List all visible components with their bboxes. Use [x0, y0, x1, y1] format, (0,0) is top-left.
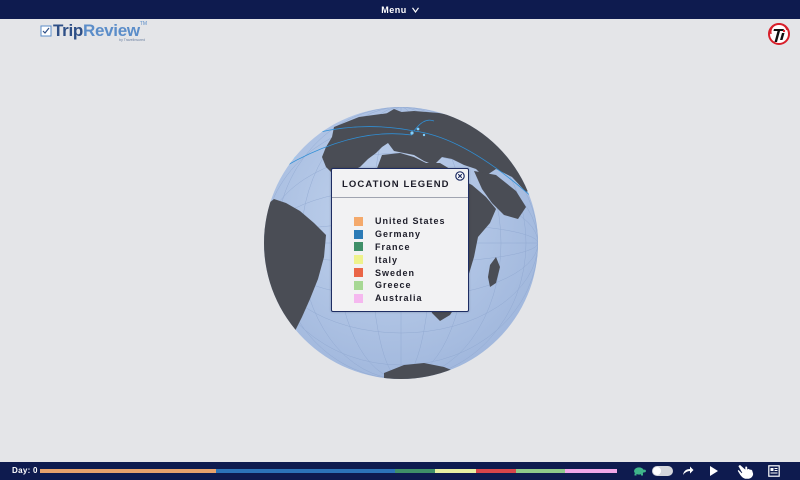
legend-item: Australia: [354, 292, 446, 305]
legend-item: Greece: [354, 279, 446, 292]
logo-wordmark: TripReviewTM by TravelInsured: [53, 21, 148, 42]
share-icon[interactable]: [682, 465, 694, 477]
legend-swatch: [354, 268, 363, 278]
legend-label: Italy: [375, 254, 399, 265]
timeline-segment[interactable]: [215, 469, 395, 473]
legend-swatch: [354, 280, 363, 290]
legend-label: United States: [375, 216, 446, 227]
bottom-control-bar: Day: 0: [0, 462, 800, 480]
play-icon[interactable]: [709, 465, 719, 477]
logo-tm: TM: [139, 21, 148, 27]
info-panel-icon[interactable]: [768, 465, 780, 477]
legend-title: LOCATION LEGEND: [342, 179, 450, 190]
legend-list: United States Germany France Italy Sweden Gre…: [354, 215, 446, 305]
legend-item: Sweden: [354, 266, 446, 279]
legend-label: Sweden: [375, 267, 416, 278]
location-legend-panel: LOCATION LEGEND United States Germany Fran…: [331, 168, 469, 312]
legend-item: United States: [354, 215, 446, 228]
legend-swatch: [354, 293, 363, 303]
legend-item: Germany: [354, 228, 446, 241]
timeline-segment[interactable]: [565, 469, 617, 473]
logo-subtitle: by TravelInsured: [119, 38, 146, 42]
chevron-down-icon: [411, 6, 419, 13]
legend-swatch: [354, 255, 363, 265]
legend-label: Australia: [375, 293, 423, 304]
legend-swatch: [354, 242, 363, 252]
checklist-icon: [40, 25, 52, 37]
legend-swatch: [354, 216, 363, 226]
timeline-segment[interactable]: [40, 469, 216, 473]
legend-label: France: [375, 241, 411, 252]
menu-button[interactable]: Menu: [381, 5, 419, 15]
legend-item: Italy: [354, 253, 446, 266]
day-label: Day: 0: [12, 466, 38, 475]
hand-pointer-icon[interactable]: [736, 463, 756, 480]
toggle-knob: [653, 467, 661, 475]
turtle-speed-icon[interactable]: [632, 466, 646, 476]
trip-timeline[interactable]: [40, 469, 617, 473]
top-menu-bar: Menu: [0, 0, 800, 19]
brand-mark-icon: [768, 23, 790, 45]
timeline-segment[interactable]: [475, 469, 516, 473]
timeline-segment[interactable]: [435, 469, 476, 473]
legend-item: France: [354, 241, 446, 254]
legend-label: Germany: [375, 229, 422, 240]
legend-label: Greece: [375, 280, 412, 291]
logo-trip: Trip: [53, 21, 83, 40]
timeline-segment[interactable]: [515, 469, 565, 473]
menu-label: Menu: [381, 4, 407, 15]
speed-toggle[interactable]: [652, 466, 673, 476]
legend-swatch: [354, 229, 363, 239]
legend-divider: [332, 197, 468, 198]
trip-review-logo: TripReviewTM by TravelInsured: [40, 21, 148, 42]
timeline-segment[interactable]: [394, 469, 436, 473]
